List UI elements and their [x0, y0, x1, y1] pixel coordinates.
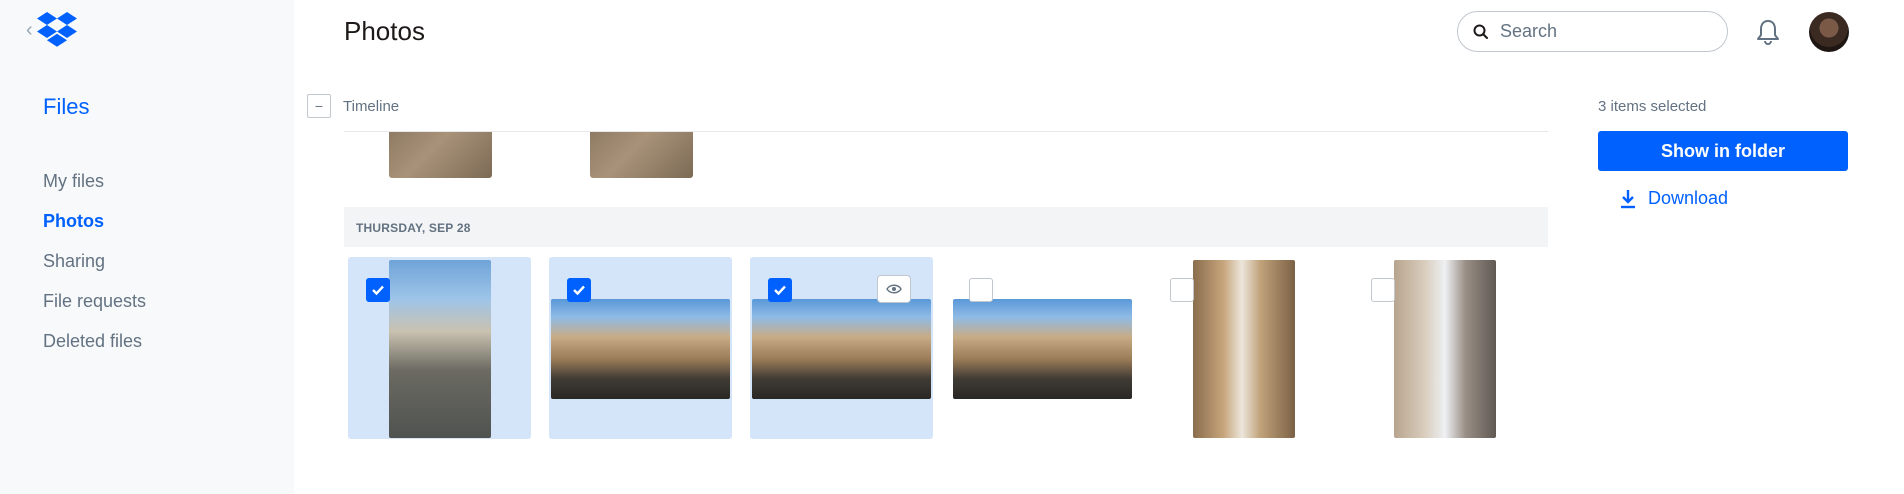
checkmark-icon: [372, 285, 384, 296]
date-group-header: THURSDAY, SEP 28: [344, 207, 1548, 247]
timeline-header: − Timeline: [307, 94, 399, 118]
avatar[interactable]: [1809, 12, 1849, 52]
photo-thumbnail[interactable]: [590, 132, 693, 178]
photo-thumbnail[interactable]: [389, 132, 492, 178]
sidebar-item-deleted-files[interactable]: Deleted files: [43, 329, 146, 369]
files-home-link[interactable]: Files: [43, 94, 89, 120]
search-box[interactable]: [1457, 11, 1728, 52]
photo-tile[interactable]: [348, 257, 531, 439]
photo-checkbox[interactable]: [567, 278, 591, 302]
photo-thumbnail[interactable]: [389, 260, 491, 438]
checkmark-icon: [573, 285, 585, 296]
checkmark-icon: [774, 285, 786, 296]
photo-checkbox[interactable]: [1170, 278, 1194, 302]
select-all-checkbox[interactable]: −: [307, 94, 331, 118]
photo-checkbox[interactable]: [969, 278, 993, 302]
photo-thumbnail[interactable]: [953, 299, 1132, 399]
show-in-folder-button[interactable]: Show in folder: [1598, 131, 1848, 171]
photo-checkbox[interactable]: [1371, 278, 1395, 302]
dropbox-logo-icon[interactable]: [36, 12, 77, 48]
photo-thumbnail[interactable]: [1394, 260, 1496, 438]
page-title: Photos: [344, 16, 425, 46]
download-label: Download: [1648, 188, 1729, 208]
sidebar: ‹ Files My files Photos Sharing File req…: [0, 0, 294, 494]
date-group-label: THURSDAY, SEP 28: [356, 221, 471, 235]
download-button[interactable]: Download: [1620, 188, 1728, 209]
preview-button[interactable]: [877, 275, 911, 303]
download-icon: [1621, 189, 1635, 208]
divider: [344, 131, 1548, 132]
notification-bell-icon[interactable]: [1755, 18, 1781, 46]
eye-icon: [886, 284, 902, 294]
timeline-label: Timeline: [343, 97, 400, 115]
chevron-left-icon[interactable]: ‹: [26, 20, 33, 40]
sidebar-nav: My files Photos Sharing File requests De…: [43, 169, 146, 369]
photo-tile[interactable]: [1353, 257, 1536, 439]
search-input[interactable]: [1500, 21, 1700, 42]
photo-tile[interactable]: [1152, 257, 1335, 439]
photo-checkbox[interactable]: [768, 278, 792, 302]
sidebar-item-sharing[interactable]: Sharing: [43, 249, 146, 289]
photo-thumbnail[interactable]: [1193, 260, 1295, 438]
photo-tile[interactable]: [951, 257, 1134, 439]
photo-tile[interactable]: [750, 257, 933, 439]
search-icon: [1473, 24, 1488, 39]
selection-count: 3 items selected: [1598, 98, 1707, 115]
photo-tile[interactable]: [549, 257, 732, 439]
logo-area[interactable]: ‹: [26, 12, 77, 48]
sidebar-item-photos[interactable]: Photos: [43, 209, 146, 249]
photo-thumbnail[interactable]: [551, 299, 730, 399]
photo-thumbnail[interactable]: [752, 299, 931, 399]
sidebar-item-file-requests[interactable]: File requests: [43, 289, 146, 329]
photo-checkbox[interactable]: [366, 278, 390, 302]
sidebar-item-my-files[interactable]: My files: [43, 169, 146, 209]
